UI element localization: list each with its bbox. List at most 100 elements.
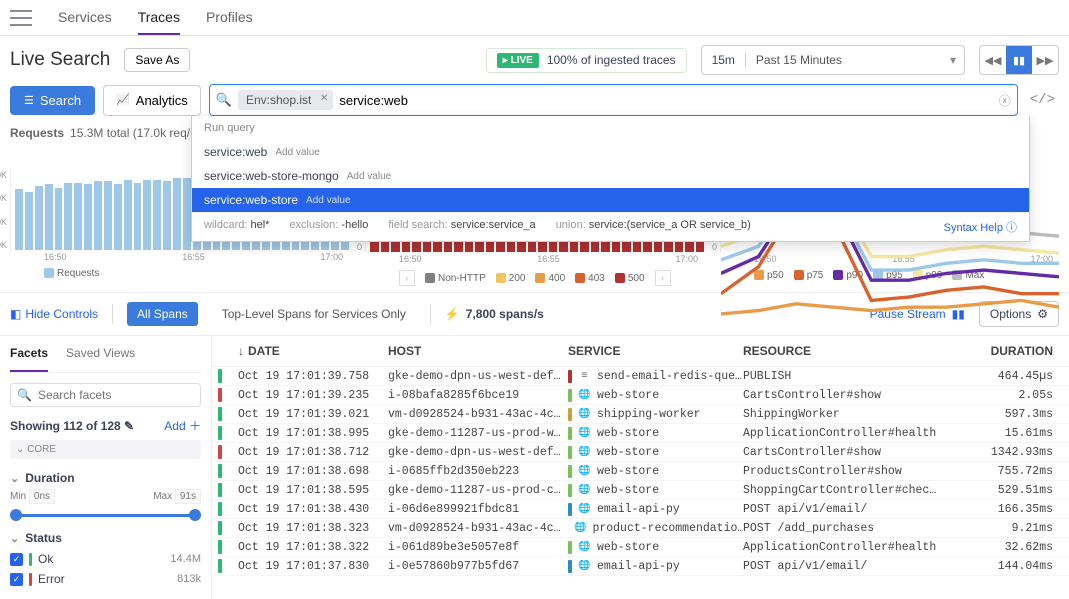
- slider-handle-max[interactable]: [189, 509, 201, 521]
- status-indicator: [218, 369, 222, 383]
- search-icon: 🔍: [216, 92, 232, 108]
- table-row[interactable]: Oct 19 17:01:39.021vm-d0928524-b931-43ac…: [212, 405, 1069, 424]
- cell-resource: CartsController#show: [743, 446, 943, 459]
- col-date[interactable]: ↓ DATE: [238, 344, 388, 358]
- legend-item[interactable]: Requests: [44, 268, 99, 279]
- table-row[interactable]: Oct 19 17:01:38.322i-061d89be3e5057e8f🌐w…: [212, 538, 1069, 557]
- legend-next[interactable]: ›: [655, 270, 671, 286]
- tab-facets[interactable]: Facets: [10, 336, 48, 372]
- status-indicator: [218, 559, 222, 573]
- cell-service: 🌐web-store: [568, 465, 743, 478]
- table-row[interactable]: Oct 19 17:01:38.995gke-demo-11287-us-pro…: [212, 424, 1069, 443]
- col-service[interactable]: SERVICE: [568, 344, 743, 358]
- cell-date: Oct 19 17:01:38.430: [238, 503, 388, 516]
- live-pill: LIVE: [497, 53, 539, 68]
- status-indicator: [218, 445, 222, 459]
- service-icon: 🌐: [578, 541, 591, 554]
- status-indicator: [218, 483, 222, 497]
- facet-header-duration[interactable]: Duration: [10, 467, 201, 489]
- cell-service: 🌐web-store: [568, 484, 743, 497]
- table-row[interactable]: Oct 19 17:01:38.712gke-demo-dpn-us-west-…: [212, 443, 1069, 462]
- search-row: Search Analytics 🔍 Env:shop.ist ⓧ </> Ru…: [0, 84, 1069, 116]
- all-spans-pill[interactable]: All Spans: [127, 302, 198, 326]
- duration-slider[interactable]: [12, 514, 199, 517]
- table-row[interactable]: Oct 19 17:01:38.323vm-d0928524-b931-43ac…: [212, 519, 1069, 538]
- table-row[interactable]: Oct 19 17:01:38.430i-06d6e899921fbdc81🌐e…: [212, 500, 1069, 519]
- query-input[interactable]: [339, 93, 992, 108]
- service-icon: 🌐: [578, 465, 591, 478]
- cell-service: 🌐email-api-py: [568, 503, 743, 516]
- search-facets-input[interactable]: 🔍: [10, 383, 201, 407]
- cell-duration: 32.62ms: [943, 541, 1063, 554]
- top-level-spans-pill[interactable]: Top-Level Spans for Services Only: [212, 302, 416, 326]
- legend-item[interactable]: 403: [575, 273, 605, 284]
- service-icon: 🌐: [574, 522, 586, 535]
- dropdown-item[interactable]: service:webAdd value: [192, 140, 1029, 164]
- menu-icon[interactable]: [10, 10, 32, 26]
- time-selector[interactable]: 15m Past 15 Minutes ▾: [701, 45, 965, 75]
- cell-resource: POST /add_purchases: [743, 522, 943, 535]
- chart-subtitle: 15.3M total (17.0k req/s): [70, 126, 200, 140]
- query-box[interactable]: 🔍 Env:shop.ist ⓧ: [209, 84, 1018, 116]
- code-icon[interactable]: </>: [1026, 92, 1059, 108]
- pause-button[interactable]: ▮▮: [1006, 46, 1032, 74]
- add-facet-link[interactable]: Add ＋: [164, 417, 201, 434]
- legend-item[interactable]: 200: [496, 273, 526, 284]
- nav-profiles[interactable]: Profiles: [206, 1, 253, 35]
- cell-service: 🌐shipping-worker: [568, 408, 743, 421]
- facet-header-status[interactable]: Status: [10, 527, 201, 549]
- cell-resource: ApplicationController#health: [743, 541, 943, 554]
- table-row[interactable]: Oct 19 17:01:38.595gke-demo-11287-us-pro…: [212, 481, 1069, 500]
- slider-handle-min[interactable]: [10, 509, 22, 521]
- cell-host: i-08bafa8285f6bce19: [388, 389, 568, 402]
- service-icon: 🌐: [578, 484, 591, 497]
- page-title: Live Search: [10, 49, 110, 71]
- syntax-help-link[interactable]: Syntax Help ⓘ: [944, 219, 1017, 235]
- cell-host: i-06d6e899921fbdc81: [388, 503, 568, 516]
- tab-saved-views[interactable]: Saved Views: [66, 336, 135, 372]
- cell-host: i-0e57860b977b5fd67: [388, 560, 568, 573]
- service-icon: ≡: [578, 370, 591, 383]
- search-button[interactable]: Search: [10, 86, 95, 115]
- legend-prev[interactable]: ‹: [399, 270, 415, 286]
- cell-resource: ShippingWorker: [743, 408, 943, 421]
- legend-item[interactable]: Non-HTTP: [425, 273, 486, 284]
- cell-host: vm-d0928524-b931-43ac-4c…: [388, 408, 568, 421]
- status-indicator: [218, 426, 222, 440]
- cell-host: i-0685ffb2d350eb223: [388, 465, 568, 478]
- dropdown-item[interactable]: service:web-storeAdd value: [192, 188, 1029, 212]
- dropdown-item[interactable]: service:web-store-mongoAdd value: [192, 164, 1029, 188]
- nav-traces[interactable]: Traces: [138, 1, 180, 35]
- dropdown-hints: wildcard: hel*exclusion: -hellofield sea…: [192, 212, 1029, 241]
- save-as-button[interactable]: Save As: [124, 48, 190, 72]
- cell-service: 🌐web-store: [568, 389, 743, 402]
- cell-date: Oct 19 17:01:38.698: [238, 465, 388, 478]
- spans-rate: 7,800 spans/s: [445, 307, 544, 321]
- sub-header: Live Search Save As LIVE 100% of ingeste…: [0, 36, 1069, 84]
- facet-search-field[interactable]: [38, 388, 194, 402]
- nav-services[interactable]: Services: [58, 1, 112, 35]
- env-chip[interactable]: Env:shop.ist: [238, 90, 333, 110]
- cell-date: Oct 19 17:01:39.235: [238, 389, 388, 402]
- forward-button[interactable]: ▶▶: [1032, 46, 1058, 74]
- time-label: Past 15 Minutes: [746, 53, 942, 67]
- rewind-button[interactable]: ◀◀: [980, 46, 1006, 74]
- status-item-error[interactable]: ✓Error813k: [10, 569, 201, 589]
- status-item-ok[interactable]: ✓Ok14.4M: [10, 549, 201, 569]
- legend-item[interactable]: 400: [535, 273, 565, 284]
- table-row[interactable]: Oct 19 17:01:39.235i-08bafa8285f6bce19🌐w…: [212, 386, 1069, 405]
- core-section[interactable]: ⌄ CORE: [10, 440, 201, 459]
- cell-host: gke-demo-dpn-us-west-def…: [388, 446, 568, 459]
- chart-title: Requests: [10, 126, 64, 140]
- col-host[interactable]: HOST: [388, 344, 568, 358]
- top-nav: Services Traces Profiles: [0, 0, 1069, 36]
- table-row[interactable]: Oct 19 17:01:37.830i-0e57860b977b5fd67🌐e…: [212, 557, 1069, 576]
- legend-item[interactable]: 500: [615, 273, 645, 284]
- clear-icon[interactable]: ⓧ: [999, 92, 1011, 109]
- hide-controls-link[interactable]: ◧ Hide Controls: [10, 307, 98, 321]
- query-dropdown: Run query service:webAdd valueservice:we…: [191, 116, 1030, 242]
- analytics-button[interactable]: Analytics: [103, 85, 201, 116]
- table-row[interactable]: Oct 19 17:01:38.698i-0685ffb2d350eb223🌐w…: [212, 462, 1069, 481]
- cell-duration: 529.51ms: [943, 484, 1063, 497]
- cell-duration: 2.05s: [943, 389, 1063, 402]
